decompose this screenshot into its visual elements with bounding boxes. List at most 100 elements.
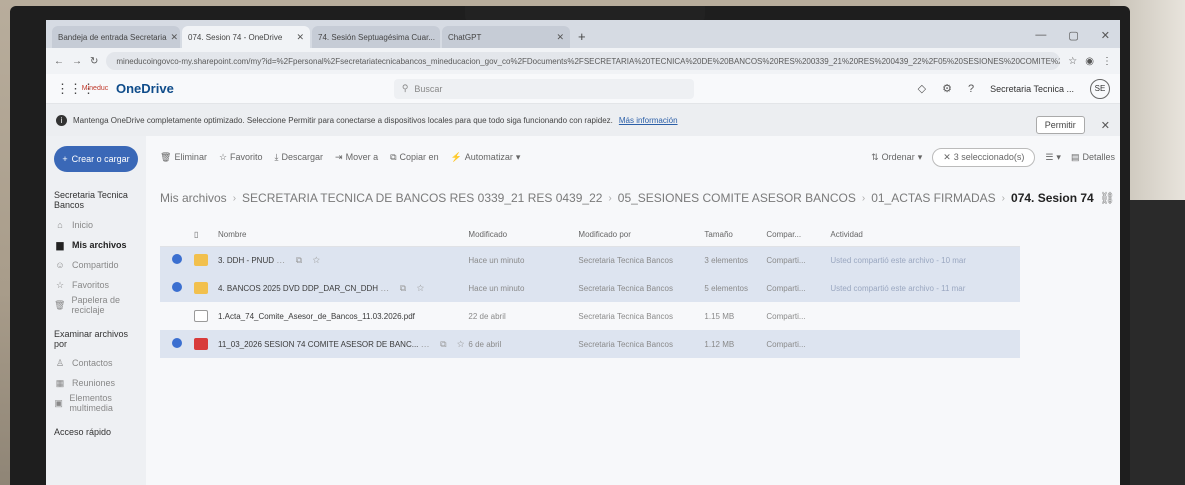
- sidebar-item-multimedia[interactable]: ▣ Elementos multimedia: [54, 393, 138, 413]
- file-name[interactable]: 3. DDH - PNUD: [218, 256, 274, 265]
- url-input[interactable]: mineducoingovco-my.sharepoint.com/my?id=…: [106, 52, 1061, 70]
- details-button[interactable]: ▤ Detalles: [1071, 152, 1115, 163]
- row-name-cell[interactable]: 4. BANCOS 2025 DVD DDP_DAR_CN_DDH … ⧉ ☆: [218, 274, 469, 302]
- share-icon[interactable]: ⛓: [1100, 191, 1115, 205]
- row-checkbox[interactable]: [160, 302, 194, 330]
- table-row[interactable]: 3. DDH - PNUD … ⧉ ☆ Hace un minuto Secre…: [160, 246, 1020, 274]
- move-button[interactable]: ⇥ Mover a: [335, 152, 378, 163]
- activity: Usted compartió este archivo - 10 mar: [830, 246, 1020, 274]
- select-all-cell[interactable]: [160, 224, 194, 247]
- row-actions[interactable]: … ⧉ ☆: [276, 255, 324, 265]
- column-size[interactable]: Tamaño: [704, 224, 767, 247]
- column-activity[interactable]: Actividad: [830, 224, 1020, 247]
- user-name[interactable]: Secretaria Tecnica ...: [990, 84, 1074, 94]
- shared[interactable]: Comparti...: [766, 274, 831, 302]
- back-icon[interactable]: ←: [54, 56, 64, 67]
- avatar[interactable]: SE: [1090, 78, 1110, 99]
- help-icon[interactable]: ?: [968, 83, 974, 95]
- file-name[interactable]: 11_03_2026 SESION 74 COMITE ASESOR DE BA…: [218, 340, 418, 349]
- row-actions[interactable]: … ⧉ ☆: [380, 283, 428, 293]
- row-name-cell[interactable]: 3. DDH - PNUD … ⧉ ☆: [218, 246, 469, 274]
- row-checkbox[interactable]: [160, 330, 194, 358]
- table-row[interactable]: 4. BANCOS 2025 DVD DDP_DAR_CN_DDH … ⧉ ☆ …: [160, 274, 1020, 302]
- modified: 6 de abril: [468, 330, 579, 358]
- browser-tab-3[interactable]: ChatGPT ✕: [442, 26, 570, 48]
- star-icon[interactable]: ☆: [1068, 56, 1077, 67]
- sort-button[interactable]: ⇅ Ordenar ▾: [871, 152, 922, 163]
- column-shared[interactable]: Compar...: [766, 224, 831, 247]
- tab-label: 074. Sesion 74 - OneDrive: [188, 32, 283, 42]
- sidebar-item-contactos[interactable]: ♙ Contactos: [54, 353, 138, 373]
- sidebar-item-papelera[interactable]: 🗑 Papelera de reciclaje: [54, 295, 138, 315]
- sidebar-item-label: Contactos: [72, 358, 113, 368]
- browser-tabstrip: Bandeja de entrada Secretaria ✕ 074. Sesi…: [46, 20, 1120, 48]
- copy-button[interactable]: ⧉ Copiar en: [390, 152, 438, 163]
- column-modified-by[interactable]: Modificado por: [578, 224, 705, 247]
- reload-icon[interactable]: ↻: [90, 56, 98, 67]
- row-checkbox[interactable]: [160, 246, 194, 274]
- browse-title: Examinar archivos por: [54, 329, 129, 349]
- breadcrumb-item[interactable]: 05_SESIONES COMITE ASESOR BANCOS: [618, 191, 856, 205]
- tab-label: ChatGPT: [448, 32, 482, 42]
- minimize-icon[interactable]: —: [1035, 29, 1046, 42]
- shared[interactable]: Comparti...: [766, 302, 830, 330]
- sidebar: + Crear o cargar Secretaria Tecnica Banc…: [46, 136, 146, 485]
- maximize-icon[interactable]: ▢: [1068, 29, 1078, 42]
- view-options-button[interactable]: ☰ ▾: [1045, 152, 1061, 163]
- favorite-button[interactable]: ☆ Favorito: [219, 152, 263, 163]
- app-name[interactable]: OneDrive: [116, 81, 174, 96]
- row-name-cell[interactable]: 11_03_2026 SESION 74 COMITE ASESOR DE BA…: [218, 330, 469, 358]
- check-icon: [172, 338, 182, 348]
- close-icon[interactable]: ✕: [296, 32, 304, 43]
- column-name[interactable]: Nombre: [218, 224, 469, 247]
- row-checkbox[interactable]: [160, 274, 194, 302]
- breadcrumb-item[interactable]: Mis archivos: [160, 191, 227, 205]
- column-modified[interactable]: Modificado: [468, 224, 579, 247]
- menu-icon[interactable]: ⋮: [1102, 56, 1112, 67]
- diamond-icon[interactable]: ◇: [918, 82, 926, 95]
- close-icon[interactable]: ✕: [1101, 119, 1110, 132]
- row-icon-cell: [194, 330, 218, 358]
- create-upload-button[interactable]: + Crear o cargar: [54, 146, 138, 172]
- automate-button[interactable]: ⚡ Automatizar ▾: [451, 152, 521, 163]
- file-name[interactable]: 1.Acta_74_Comite_Asesor_de_Bancos_11.03.…: [218, 312, 415, 321]
- table-row[interactable]: 1.Acta_74_Comite_Asesor_de_Bancos_11.03.…: [160, 302, 1020, 330]
- new-tab-icon[interactable]: +: [572, 29, 592, 48]
- chevron-right-icon: ›: [608, 192, 612, 204]
- breadcrumb-item[interactable]: SECRETARIA TECNICA DE BANCOS RES 0339_21…: [242, 191, 602, 205]
- shared[interactable]: Comparti...: [766, 330, 831, 358]
- profile-icon[interactable]: ◉: [1085, 56, 1094, 67]
- close-icon[interactable]: ✕: [439, 32, 440, 43]
- clear-selection-icon[interactable]: ✕: [943, 152, 951, 163]
- shared[interactable]: Comparti...: [766, 246, 831, 274]
- sidebar-item-mis-archivos[interactable]: ▆ Mis archivos: [54, 235, 138, 255]
- table-row[interactable]: 11_03_2026 SESION 74 COMITE ASESOR DE BA…: [160, 330, 1020, 358]
- row-name-cell[interactable]: 1.Acta_74_Comite_Asesor_de_Bancos_11.03.…: [218, 302, 468, 330]
- selection-pill[interactable]: ✕ 3 seleccionado(s): [932, 147, 1036, 167]
- sidebar-item-favoritos[interactable]: ☆ Favoritos: [54, 275, 138, 295]
- close-icon[interactable]: ✕: [171, 32, 179, 43]
- notice-link[interactable]: Más información: [619, 116, 678, 125]
- download-button[interactable]: ⤓ Descargar: [275, 152, 324, 163]
- sidebar-item-reuniones[interactable]: ▦ Reuniones: [54, 373, 138, 393]
- sidebar-item-inicio[interactable]: ⌂ Inicio: [54, 215, 138, 235]
- browser-tab-2[interactable]: 74. Sesión Septuagésima Cuar... ✕: [312, 26, 440, 48]
- close-window-icon[interactable]: ✕: [1101, 29, 1110, 42]
- file-name[interactable]: 4. BANCOS 2025 DVD DDP_DAR_CN_DDH: [218, 284, 378, 293]
- breadcrumb-item[interactable]: 01_ACTAS FIRMADAS: [871, 191, 995, 205]
- delete-button[interactable]: 🗑 Eliminar: [160, 152, 207, 163]
- size: 1.12 MB: [704, 330, 767, 358]
- search-input[interactable]: ⚲ Buscar: [393, 78, 694, 99]
- chevron-right-icon: ›: [1001, 192, 1006, 204]
- waffle-icon[interactable]: ⋮⋮⋮: [56, 81, 95, 97]
- browser-tab-0[interactable]: Bandeja de entrada Secretaria ✕: [52, 26, 180, 48]
- gear-icon[interactable]: ⚙: [942, 82, 952, 95]
- close-icon[interactable]: ✕: [556, 32, 564, 43]
- modified-by: Secretaria Tecnica Bancos: [578, 274, 705, 302]
- browser-tab-1[interactable]: 074. Sesion 74 - OneDrive ✕: [182, 26, 310, 48]
- quick-access-title: Acceso rápido: [54, 427, 112, 437]
- forward-icon[interactable]: →: [72, 56, 82, 67]
- permit-button[interactable]: Permitir: [1035, 116, 1085, 134]
- sidebar-item-compartido[interactable]: ☺ Compartido: [54, 255, 138, 275]
- row-actions[interactable]: … ⧉ ☆: [421, 339, 469, 349]
